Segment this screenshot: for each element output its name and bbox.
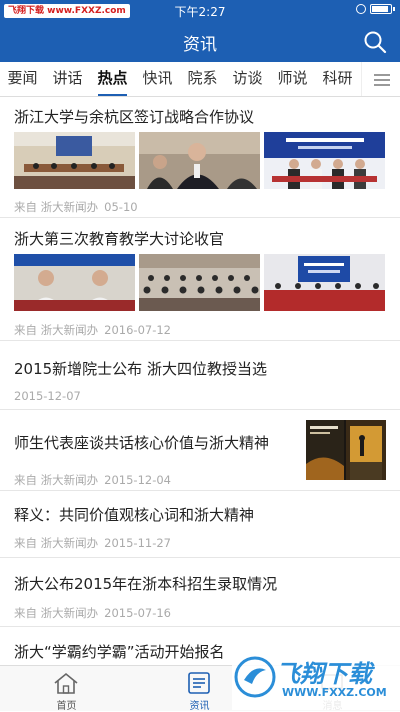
page-title: 资讯 <box>183 35 217 55</box>
news-meta: 来自 浙大新闻办 2015-12-04 <box>14 472 171 488</box>
news-title: 浙大第三次教育教学大讨论收官 <box>14 230 225 248</box>
search-icon <box>364 31 387 54</box>
news-title: 浙大“学霸约学霸”活动开始报名 <box>14 643 225 661</box>
news-title: 2015新增院士公布 浙大四位教授当选 <box>14 360 267 378</box>
news-source: 来自 浙大新闻办 <box>14 606 99 620</box>
tab-menu-button[interactable] <box>361 62 400 96</box>
watermark-logo: 飞翔下载 WWW.FXXZ.COM <box>232 650 400 710</box>
news-meta: 来自 浙大新闻办 2016-07-12 <box>14 322 171 338</box>
news-title: 浙江大学与余杭区签订战略合作协议 <box>14 108 255 126</box>
news-item[interactable]: 师生代表座谈共话核心价值与浙大精神 来自 浙大新闻办 2015-12-04 <box>0 410 400 491</box>
tab-yaowen[interactable]: 要闻 <box>0 62 45 96</box>
news-image <box>139 132 260 189</box>
tab-kuaixun[interactable]: 快讯 <box>135 62 180 96</box>
brand-url: WWW.FXXZ.COM <box>282 686 387 699</box>
news-date: 2015-12-07 <box>14 389 81 403</box>
battery-icon <box>370 4 395 14</box>
news-image <box>306 420 386 480</box>
watermark-badge: 飞翔下载 www.FXXZ.com <box>4 4 130 18</box>
news-image <box>264 132 385 189</box>
status-bar: 下午2:27 飞翔下载 www.FXXZ.com <box>0 0 400 22</box>
tab-keyan[interactable]: 科研 <box>315 62 360 96</box>
home-icon <box>54 672 78 694</box>
news-meta: 来自 浙大新闻办 05-10 <box>14 199 138 215</box>
search-button[interactable] <box>362 29 388 55</box>
news-meta: 来自 浙大新闻办 2015-11-27 <box>14 535 171 551</box>
news-meta: 2015-12-07 <box>14 389 81 403</box>
tab-jianghua[interactable]: 讲话 <box>45 62 90 96</box>
tab-shishuo[interactable]: 师说 <box>270 62 315 96</box>
news-image <box>14 254 135 311</box>
news-image <box>139 254 260 311</box>
news-source: 来自 浙大新闻办 <box>14 473 99 487</box>
tab-fangtan[interactable]: 访谈 <box>225 62 270 96</box>
tab-redian[interactable]: 热点 <box>90 62 135 96</box>
news-date: 2016-07-12 <box>104 323 171 337</box>
news-image <box>264 254 385 311</box>
category-tabs: 要闻 讲话 热点 快讯 院系 访谈 师说 科研 <box>0 62 400 97</box>
news-image <box>14 132 135 189</box>
news-title: 浙大公布2015年在浙本科招生录取情况 <box>14 575 278 593</box>
news-title: 释义：共同价值观核心词和浙大精神 <box>14 506 255 524</box>
tab-yuanxi[interactable]: 院系 <box>180 62 225 96</box>
news-date: 05-10 <box>104 200 138 214</box>
news-list: 浙江大学与余杭区签订战略合作协议 来自 浙大新闻办 05-10 浙大第三次教育教… <box>0 97 400 665</box>
news-image-row <box>14 132 385 189</box>
news-source: 来自 浙大新闻办 <box>14 536 99 550</box>
news-item[interactable]: 释义：共同价值观核心词和浙大精神 来自 浙大新闻办 2015-11-27 <box>0 491 400 558</box>
status-icons <box>356 4 395 14</box>
nav-bar: 资讯 <box>0 22 400 62</box>
news-item[interactable]: 浙江大学与余杭区签订战略合作协议 来自 浙大新闻办 05-10 <box>0 97 400 218</box>
news-item[interactable]: 浙大第三次教育教学大讨论收官 来自 浙大新闻办 2016-07-12 <box>0 218 400 341</box>
news-date: 2015-07-16 <box>104 606 171 620</box>
news-title: 师生代表座谈共话核心价值与浙大精神 <box>14 434 270 452</box>
brand-logo-icon <box>234 656 276 698</box>
rotation-lock-icon <box>356 4 366 14</box>
news-icon <box>188 672 210 694</box>
news-item[interactable]: 浙大公布2015年在浙本科招生录取情况 来自 浙大新闻办 2015-07-16 <box>0 558 400 627</box>
news-source: 来自 浙大新闻办 <box>14 200 99 214</box>
news-meta: 来自 浙大新闻办 2015-07-16 <box>14 605 171 621</box>
news-date: 2015-11-27 <box>104 536 171 550</box>
news-item[interactable]: 2015新增院士公布 浙大四位教授当选 2015-12-07 <box>0 341 400 410</box>
news-source: 来自 浙大新闻办 <box>14 323 99 337</box>
bottom-tab-home[interactable]: 首页 <box>0 666 133 712</box>
news-date: 2015-12-04 <box>104 473 171 487</box>
brand-name: 飞翔下载 <box>276 660 372 688</box>
news-image-row <box>14 254 385 311</box>
